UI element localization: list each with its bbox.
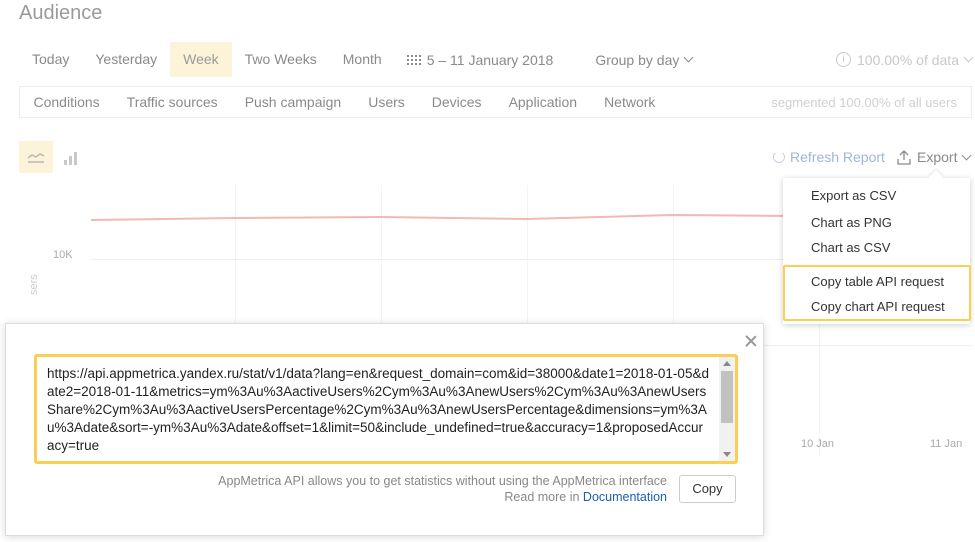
filter-devices[interactable]: Devices [418,94,495,110]
filter-traffic-sources[interactable]: Traffic sources [113,94,231,110]
refresh-label: Refresh Report [790,149,885,165]
calendar-icon [406,54,421,65]
x-tick-label: 10 Jan [801,438,835,450]
export-button[interactable]: Export [897,149,972,165]
bar-chart-icon [64,160,67,165]
api-note-line2: Read more in [504,490,583,504]
menu-copy-chart-api[interactable]: Copy chart API request [811,299,945,314]
upload-icon [897,150,911,165]
api-url-field[interactable]: https://api.appmetrica.yandex.ru/stat/v1… [34,354,738,464]
group-by-label: Group by day [595,51,680,68]
filter-conditions[interactable]: Conditions [20,94,113,110]
line-chart-toggle[interactable] [19,141,53,173]
line-chart-icon [27,153,45,163]
menu-chart-csv[interactable]: Chart as CSV [811,240,890,255]
data-accuracy[interactable]: i 100.00% of data [836,51,974,68]
menu-export-csv[interactable]: Export as CSV [811,188,896,203]
copy-button[interactable]: Copy [679,475,736,503]
period-two-weeks[interactable]: Two Weeks [232,42,330,77]
refresh-icon [773,151,785,163]
period-month[interactable]: Month [330,42,395,77]
filter-users[interactable]: Users [355,94,419,110]
date-range-label: 5 – 11 January 2018 [426,51,554,68]
filter-push-campaign[interactable]: Push campaign [231,94,355,110]
filter-network[interactable]: Network [591,94,669,110]
export-label: Export [917,149,958,165]
api-note-line1: AppMetrica API allows you to get statist… [218,474,667,488]
y-tick-label: 10K [53,249,73,261]
api-url-text[interactable]: https://api.appmetrica.yandex.ru/stat/v1… [37,357,719,461]
close-icon[interactable] [743,333,759,349]
api-request-dialog: https://api.appmetrica.yandex.ru/stat/v1… [5,323,764,536]
date-range-picker[interactable]: 5 – 11 January 2018 [406,51,554,68]
scrollbar-thumb[interactable] [721,371,733,423]
scroll-down-icon[interactable] [723,452,731,457]
y-axis-label: sers [28,274,40,295]
segment-info: segmented 100.00% of all users [771,94,957,110]
period-yesterday[interactable]: Yesterday [82,42,170,77]
bar-chart-toggle[interactable] [64,147,82,165]
chevron-down-icon [963,52,974,63]
documentation-link[interactable]: Documentation [583,490,667,504]
menu-chart-png[interactable]: Chart as PNG [811,215,892,230]
refresh-report-button[interactable]: Refresh Report [773,149,885,165]
period-today[interactable]: Today [19,42,82,77]
page-title: Audience [19,2,103,24]
period-week[interactable]: Week [170,42,232,77]
filter-bar: Conditions Traffic sources Push campaign… [19,86,972,118]
info-icon: i [836,52,852,67]
group-by-dropdown[interactable]: Group by day [595,51,694,68]
chevron-down-icon [683,52,694,63]
scrollbar[interactable] [719,357,735,461]
api-note: AppMetrica API allows you to get statist… [218,473,667,505]
period-bar: Today Yesterday Week Two Weeks Month 5 –… [19,42,974,77]
chevron-down-icon [962,150,972,160]
filter-application[interactable]: Application [495,94,591,110]
export-menu: Export as CSV Chart as PNG Chart as CSV … [783,178,971,324]
x-tick-label: 11 Jan [930,438,963,450]
scroll-up-icon[interactable] [723,361,731,366]
menu-copy-table-api[interactable]: Copy table API request [811,274,944,289]
data-accuracy-label: 100.00% of data [857,51,959,68]
